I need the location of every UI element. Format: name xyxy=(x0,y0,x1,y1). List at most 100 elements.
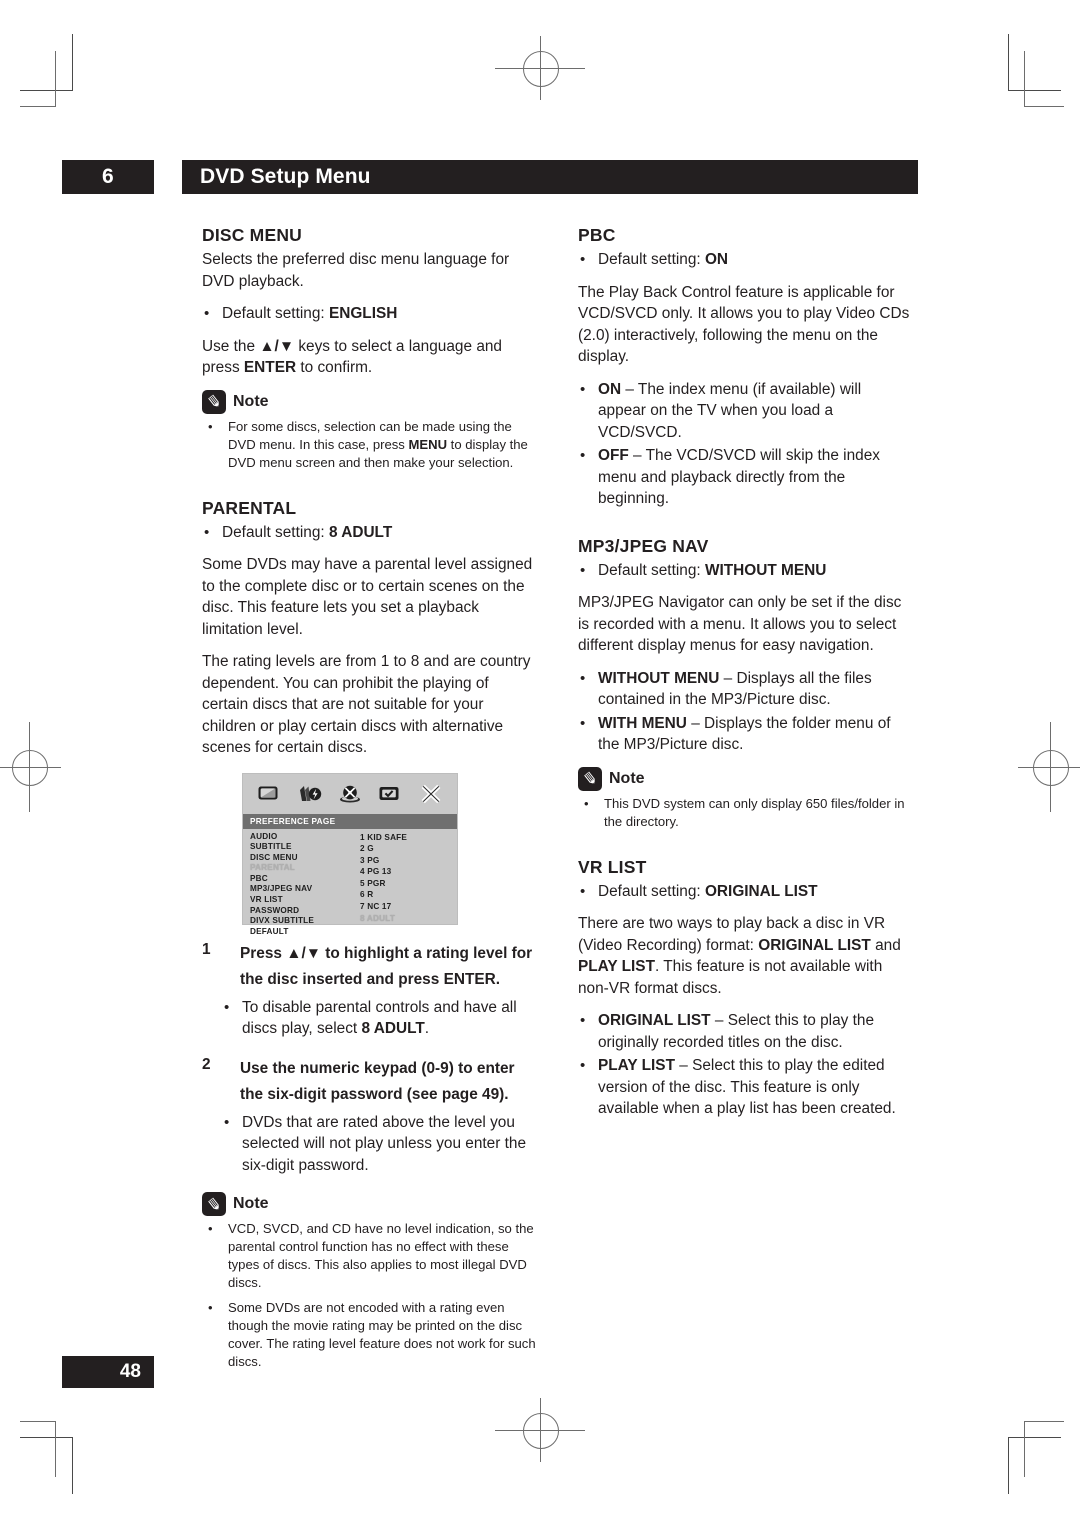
crop-mark-top-right-h2 xyxy=(1024,106,1064,107)
pbc-paragraph: The Play Back Control feature is applica… xyxy=(578,283,910,366)
default-setting-value: ORIGINAL LIST xyxy=(704,882,818,900)
note-label: Note xyxy=(233,1195,269,1212)
osd-rating-item[interactable]: 6 R xyxy=(360,889,407,901)
osd-menu-item[interactable]: PBC xyxy=(250,874,314,885)
option-name: WITHOUT MENU xyxy=(598,669,720,687)
osd-rating-list: 1 KID SAFE 2 G 3 PG 4 PG 13 5 PGR 6 R 7 … xyxy=(360,832,407,925)
osd-rating-item[interactable]: 1 KID SAFE xyxy=(360,832,407,844)
note-text-bold: MENU xyxy=(408,436,448,452)
parental-steps: 1 Press ▲/▼ to highlight a rating level … xyxy=(202,941,537,1177)
preference-screen-icon xyxy=(377,783,403,805)
osd-rating-item[interactable]: 7 NC 17 xyxy=(360,901,407,913)
osd-menu-item[interactable]: DISC MENU xyxy=(250,853,314,864)
list-item: PLAY LIST – Select this to play the edit… xyxy=(578,1055,913,1120)
page-number: 48 xyxy=(62,1356,154,1388)
osd-menu-item[interactable]: VR LIST xyxy=(250,895,314,906)
crop-mark-top-right-h xyxy=(1008,90,1061,91)
pencil-icon xyxy=(202,1192,226,1216)
option-desc: – The VCD/SVCD will skip the index menu … xyxy=(598,447,880,507)
note-items: This DVD system can only display 650 fil… xyxy=(578,795,913,831)
list-item: Default setting: 8 ADULT xyxy=(202,522,537,544)
list-item: Default setting: WITHOUT MENU xyxy=(578,560,913,582)
instruction-text-1: Use the xyxy=(202,337,260,355)
chapter-title: DVD Setup Menu xyxy=(182,160,918,194)
step-number: 1 xyxy=(202,940,211,958)
section-heading-vr-list: VR LIST xyxy=(578,856,647,877)
default-setting-label: Default setting: xyxy=(598,882,705,900)
crop-mark-top-left-v xyxy=(72,34,73,91)
mp3-options: WITHOUT MENU – Displays all the files co… xyxy=(578,668,913,756)
osd-menu-item[interactable]: MP3/JPEG NAV xyxy=(250,884,314,895)
list-item: ORIGINAL LIST – Select this to play the … xyxy=(578,1010,913,1053)
osd-preference-page-screenshot: PREFERENCE PAGE AUDIO SUBTITLE DISC MENU… xyxy=(242,772,458,936)
vr-list-options: ORIGINAL LIST – Select this to play the … xyxy=(578,1010,913,1120)
crop-mark-top-left-v2 xyxy=(55,51,56,107)
disc-menu-instruction: Use the ▲/▼ keys to select a language an… xyxy=(202,336,537,379)
osd-menu-item[interactable]: PASSWORD xyxy=(250,906,314,917)
chapter-number: 6 xyxy=(62,160,154,194)
note-box-disc-menu: Note For some discs, selection can be ma… xyxy=(202,389,537,472)
mp3-paragraph: MP3/JPEG Navigator can only be set if th… xyxy=(578,594,902,654)
bullet-text-part2: . xyxy=(424,1020,430,1037)
step-text: Use the numeric keypad (0-9) to enter th… xyxy=(240,1059,515,1103)
crop-mark-bottom-right-h xyxy=(1008,1437,1061,1438)
option-name: ORIGINAL LIST xyxy=(598,1012,711,1029)
osd-rating-item[interactable]: 4 PG 13 xyxy=(360,866,407,878)
manual-page: 6 DVD Setup Menu DISC MENU Selects the p… xyxy=(0,0,1080,1528)
list-item: DVDs that are rated above the level you … xyxy=(222,1112,537,1177)
list-item: Default setting: ON xyxy=(578,249,913,271)
list-item: OFF – The VCD/SVCD will skip the index m… xyxy=(578,445,913,510)
list-item: WITH MENU – Displays the folder menu of … xyxy=(578,713,913,756)
default-setting-value: ON xyxy=(704,251,729,268)
list-item: WITHOUT MENU – Displays all the files co… xyxy=(578,668,913,711)
note-box-parental: Note VCD, SVCD, and CD have no level ind… xyxy=(202,1192,537,1371)
pencil-icon xyxy=(578,766,602,791)
osd-title: PREFERENCE PAGE xyxy=(243,813,457,829)
left-column: DISC MENU Selects the preferred disc men… xyxy=(202,225,537,1383)
osd-menu-item[interactable]: AUDIO xyxy=(250,832,314,843)
option-desc: – The index menu (if available) will app… xyxy=(598,380,862,441)
pbc-default-list: Default setting: ON xyxy=(578,249,913,271)
step-bullets: To disable parental controls and have al… xyxy=(222,997,537,1040)
osd-rating-item[interactable]: 3 PG xyxy=(360,855,407,867)
pbc-options: ON – The index menu (if available) will … xyxy=(578,379,913,510)
instruction-text-3: to confirm. xyxy=(296,359,373,376)
crop-mark-top-right-v xyxy=(1008,34,1009,91)
crop-mark-top-left-h xyxy=(20,90,73,91)
default-setting-label: Default setting: xyxy=(598,251,705,268)
note-box-mp3: Note This DVD system can only display 65… xyxy=(578,766,913,831)
speaker-audio-icon xyxy=(297,783,323,805)
disc-menu-intro: Selects the preferred disc menu language… xyxy=(202,251,510,290)
note-label: Note xyxy=(609,769,645,787)
vr-default-list: Default setting: ORIGINAL LIST xyxy=(578,881,913,903)
registration-mark-right xyxy=(1018,722,1080,812)
osd-menu-item[interactable]: DIVX SUBTITLE xyxy=(250,916,314,927)
step-number: 2 xyxy=(202,1055,211,1073)
step-item: 2 Use the numeric keypad (0-9) to enter … xyxy=(202,1056,537,1177)
osd-rating-item[interactable]: 2 G xyxy=(360,843,407,855)
tv-screen-icon xyxy=(256,783,282,805)
osd-menu-list: AUDIO SUBTITLE DISC MENU PARENTAL PBC MP… xyxy=(250,832,314,938)
list-item: Default setting: ORIGINAL LIST xyxy=(578,881,913,903)
crop-mark-bottom-left-h2 xyxy=(20,1421,56,1422)
step-bullets: DVDs that are rated above the level you … xyxy=(222,1112,537,1177)
note-items: For some discs, selection can be made us… xyxy=(202,418,537,472)
crop-mark-bottom-left-v2 xyxy=(55,1421,56,1477)
parental-paragraph-1: Some DVDs may have a parental level assi… xyxy=(202,556,533,638)
disc-menu-default-list: Default setting: ENGLISH xyxy=(202,303,537,325)
crop-mark-bottom-left-h xyxy=(20,1437,73,1438)
note-header: Note xyxy=(578,766,913,791)
osd-rating-item-adult-selected[interactable]: 8 ADULT xyxy=(360,913,407,925)
list-item: This DVD system can only display 650 fil… xyxy=(578,795,913,831)
note-header: Note xyxy=(202,1192,537,1216)
enter-key-label: ENTER xyxy=(243,359,297,376)
vr-list-paragraph: There are two ways to play back a disc i… xyxy=(578,913,913,999)
default-setting-label: Default setting: xyxy=(222,523,329,541)
note-items: VCD, SVCD, and CD have no level indicati… xyxy=(202,1220,537,1371)
osd-menu-item-parental-selected[interactable]: PARENTAL xyxy=(250,863,314,874)
osd-rating-item[interactable]: 5 PGR xyxy=(360,878,407,890)
step-text: Press ▲/▼ to highlight a rating level fo… xyxy=(240,945,532,988)
osd-menu-item[interactable]: SUBTITLE xyxy=(250,842,314,853)
osd-menu-item[interactable]: DEFAULT xyxy=(250,927,314,938)
note-header: Note xyxy=(202,389,537,414)
